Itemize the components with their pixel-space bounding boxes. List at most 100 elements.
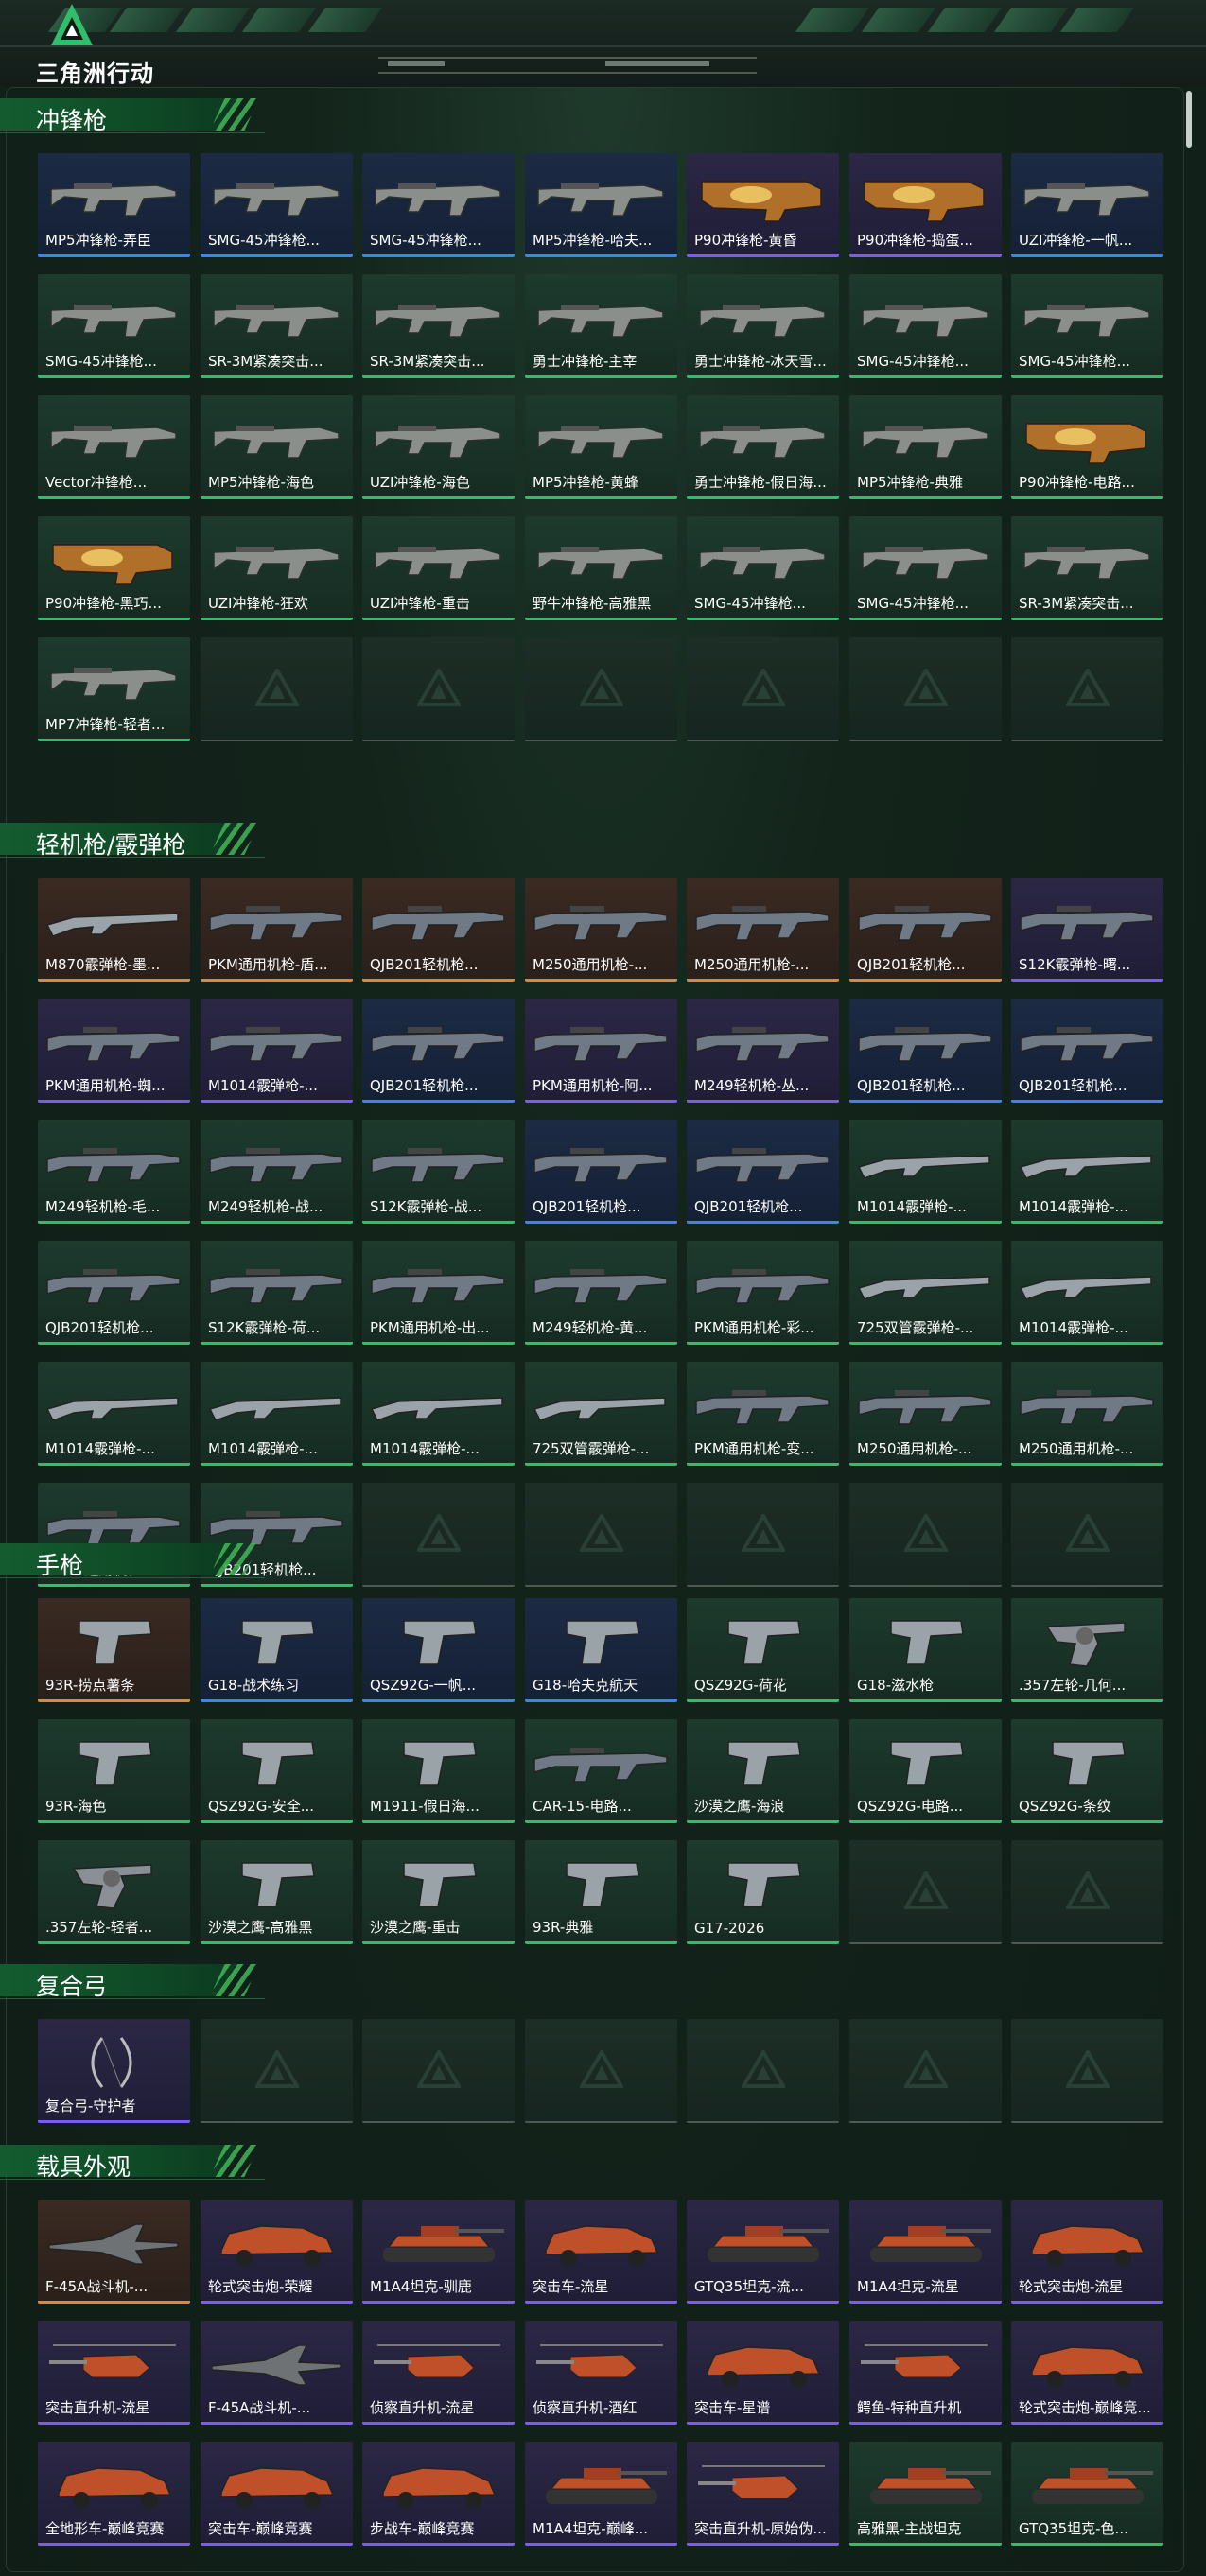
- skin-card[interactable]: 勇士冲锋枪-冰天雪...: [687, 274, 839, 378]
- skin-card[interactable]: S12K霰弹枪-荷...: [201, 1241, 353, 1345]
- skin-card[interactable]: 突击车-巅峰竞赛: [201, 2442, 353, 2546]
- skin-card[interactable]: UZI冲锋枪-重击: [362, 516, 515, 620]
- skin-card[interactable]: G18-滋水枪: [849, 1598, 1002, 1702]
- skin-card[interactable]: QJB201轻机枪...: [849, 878, 1002, 982]
- skin-card[interactable]: SMG-45冲锋枪...: [201, 153, 353, 257]
- skin-card[interactable]: QJB201轻机枪...: [1011, 999, 1163, 1103]
- skin-card[interactable]: M249轻机枪-毛...: [38, 1120, 190, 1224]
- skin-card[interactable]: 93R-海色: [38, 1719, 190, 1823]
- skin-card[interactable]: QJB201轻机枪...: [362, 878, 515, 982]
- skin-card[interactable]: M1014霰弹枪-...: [849, 1120, 1002, 1224]
- skin-card[interactable]: 93R-典雅: [525, 1840, 677, 1944]
- skin-card[interactable]: 突击车-星谱: [687, 2321, 839, 2425]
- skin-card[interactable]: 725双管霰弹枪-...: [849, 1241, 1002, 1345]
- skin-card[interactable]: 沙漠之鹰-高雅黑: [201, 1840, 353, 1944]
- skin-card[interactable]: 725双管霰弹枪-...: [525, 1362, 677, 1466]
- skin-card[interactable]: PKM通用机枪-阿...: [525, 999, 677, 1103]
- skin-card[interactable]: SR-3M紧凑突击...: [1011, 516, 1163, 620]
- skin-card[interactable]: M1014霰弹枪-...: [201, 1362, 353, 1466]
- skin-card[interactable]: M249轻机枪-战...: [201, 1120, 353, 1224]
- skin-card[interactable]: 勇士冲锋枪-假日海...: [687, 395, 839, 499]
- skin-card[interactable]: MP5冲锋枪-典雅: [849, 395, 1002, 499]
- skin-card[interactable]: P90冲锋枪-黄昏: [687, 153, 839, 257]
- skin-card[interactable]: G18-哈夫克航天: [525, 1598, 677, 1702]
- skin-card[interactable]: P90冲锋枪-电路...: [1011, 395, 1163, 499]
- skin-card[interactable]: M1014霰弹枪-...: [362, 1362, 515, 1466]
- skin-card[interactable]: 93R-捞点薯条: [38, 1598, 190, 1702]
- skin-card[interactable]: 鳄鱼-特种直升机: [849, 2321, 1002, 2425]
- skin-card[interactable]: M1A4坦克-流星: [849, 2200, 1002, 2304]
- skin-card[interactable]: QJB201轻机枪...: [362, 999, 515, 1103]
- skin-card[interactable]: M250通用机枪-...: [849, 1362, 1002, 1466]
- scrollbar[interactable]: [1186, 91, 1192, 148]
- skin-card[interactable]: F-45A战斗机-...: [201, 2321, 353, 2425]
- skin-card[interactable]: QJB201轻机枪...: [38, 1241, 190, 1345]
- skin-card[interactable]: Vector冲锋枪...: [38, 395, 190, 499]
- skin-card[interactable]: 突击直升机-流星: [38, 2321, 190, 2425]
- skin-card[interactable]: M249轻机枪-丛...: [687, 999, 839, 1103]
- skin-card[interactable]: UZI冲锋枪-狂欢: [201, 516, 353, 620]
- skin-card[interactable]: 步战车-巅峰竞赛: [362, 2442, 515, 2546]
- skin-card[interactable]: SMG-45冲锋枪...: [38, 274, 190, 378]
- skin-card[interactable]: M250通用机枪-...: [1011, 1362, 1163, 1466]
- skin-card[interactable]: PKM通用机枪-彩...: [687, 1241, 839, 1345]
- skin-card[interactable]: SR-3M紧凑突击...: [362, 274, 515, 378]
- skin-card[interactable]: M1014霰弹枪-...: [1011, 1120, 1163, 1224]
- skin-card[interactable]: 轮式突击炮-荣耀: [201, 2200, 353, 2304]
- skin-card[interactable]: 轮式突击炮-巅峰竞...: [1011, 2321, 1163, 2425]
- skin-card[interactable]: QSZ92G-荷花: [687, 1598, 839, 1702]
- skin-card[interactable]: QJB201轻机枪...: [849, 999, 1002, 1103]
- skin-card[interactable]: MP7冲锋枪-轻者...: [38, 637, 190, 741]
- skin-card[interactable]: 突击直升机-原始伪...: [687, 2442, 839, 2546]
- skin-card[interactable]: 复合弓-守护者: [38, 2019, 190, 2123]
- skin-card[interactable]: F-45A战斗机-...: [38, 2200, 190, 2304]
- skin-card[interactable]: SR-3M紧凑突击...: [201, 274, 353, 378]
- skin-card[interactable]: M1911-假日海...: [362, 1719, 515, 1823]
- skin-card[interactable]: M1014霰弹枪-...: [1011, 1241, 1163, 1345]
- skin-card[interactable]: MP5冲锋枪-哈夫...: [525, 153, 677, 257]
- skin-card[interactable]: 沙漠之鹰-海浪: [687, 1719, 839, 1823]
- skin-card[interactable]: M250通用机枪-...: [525, 878, 677, 982]
- skin-card[interactable]: 沙漠之鹰-重击: [362, 1840, 515, 1944]
- skin-card[interactable]: S12K霰弹枪-曙...: [1011, 878, 1163, 982]
- skin-card[interactable]: S12K霰弹枪-战...: [362, 1120, 515, 1224]
- skin-card[interactable]: M1014霰弹枪-...: [38, 1362, 190, 1466]
- skin-card[interactable]: 侦察直升机-流星: [362, 2321, 515, 2425]
- skin-card[interactable]: 全地形车-巅峰竞赛: [38, 2442, 190, 2546]
- skin-card[interactable]: QSZ92G-安全...: [201, 1719, 353, 1823]
- skin-card[interactable]: UZI冲锋枪-一帆...: [1011, 153, 1163, 257]
- skin-card[interactable]: M1A4坦克-巅峰...: [525, 2442, 677, 2546]
- skin-card[interactable]: QSZ92G-电路...: [849, 1719, 1002, 1823]
- skin-card[interactable]: G18-战术练习: [201, 1598, 353, 1702]
- skin-card[interactable]: SMG-45冲锋枪...: [687, 516, 839, 620]
- skin-card[interactable]: 轮式突击炮-流星: [1011, 2200, 1163, 2304]
- skin-card[interactable]: MP5冲锋枪-黄蜂: [525, 395, 677, 499]
- skin-card[interactable]: G17-2026: [687, 1840, 839, 1944]
- skin-card[interactable]: SMG-45冲锋枪...: [849, 516, 1002, 620]
- skin-card[interactable]: 野牛冲锋枪-高雅黑: [525, 516, 677, 620]
- skin-card[interactable]: M870霰弹枪-墨...: [38, 878, 190, 982]
- skin-card[interactable]: .357左轮-轻者...: [38, 1840, 190, 1944]
- skin-card[interactable]: MP5冲锋枪-弄臣: [38, 153, 190, 257]
- skin-card[interactable]: 高雅黑-主战坦克: [849, 2442, 1002, 2546]
- skin-card[interactable]: P90冲锋枪-黑巧...: [38, 516, 190, 620]
- skin-card[interactable]: QJB201轻机枪...: [525, 1120, 677, 1224]
- skin-card[interactable]: PKM通用机枪-变...: [687, 1362, 839, 1466]
- skin-card[interactable]: QJB201轻机枪...: [687, 1120, 839, 1224]
- skin-card[interactable]: QSZ92G-一帆...: [362, 1598, 515, 1702]
- skin-card[interactable]: UZI冲锋枪-海色: [362, 395, 515, 499]
- skin-card[interactable]: PKM通用机枪-盾...: [201, 878, 353, 982]
- skin-card[interactable]: PKM通用机枪-蜘...: [38, 999, 190, 1103]
- skin-card[interactable]: 勇士冲锋枪-主宰: [525, 274, 677, 378]
- skin-card[interactable]: M250通用机枪-...: [687, 878, 839, 982]
- skin-card[interactable]: M249轻机枪-黄...: [525, 1241, 677, 1345]
- skin-card[interactable]: M1A4坦克-驯鹿: [362, 2200, 515, 2304]
- skin-card[interactable]: CAR-15-电路...: [525, 1719, 677, 1823]
- skin-card[interactable]: QSZ92G-条纹: [1011, 1719, 1163, 1823]
- skin-card[interactable]: 突击车-流星: [525, 2200, 677, 2304]
- skin-card[interactable]: GTQ35坦克-色...: [1011, 2442, 1163, 2546]
- skin-card[interactable]: MP5冲锋枪-海色: [201, 395, 353, 499]
- skin-card[interactable]: .357左轮-几何...: [1011, 1598, 1163, 1702]
- skin-card[interactable]: M1014霰弹枪-...: [201, 999, 353, 1103]
- skin-card[interactable]: P90冲锋枪-捣蛋...: [849, 153, 1002, 257]
